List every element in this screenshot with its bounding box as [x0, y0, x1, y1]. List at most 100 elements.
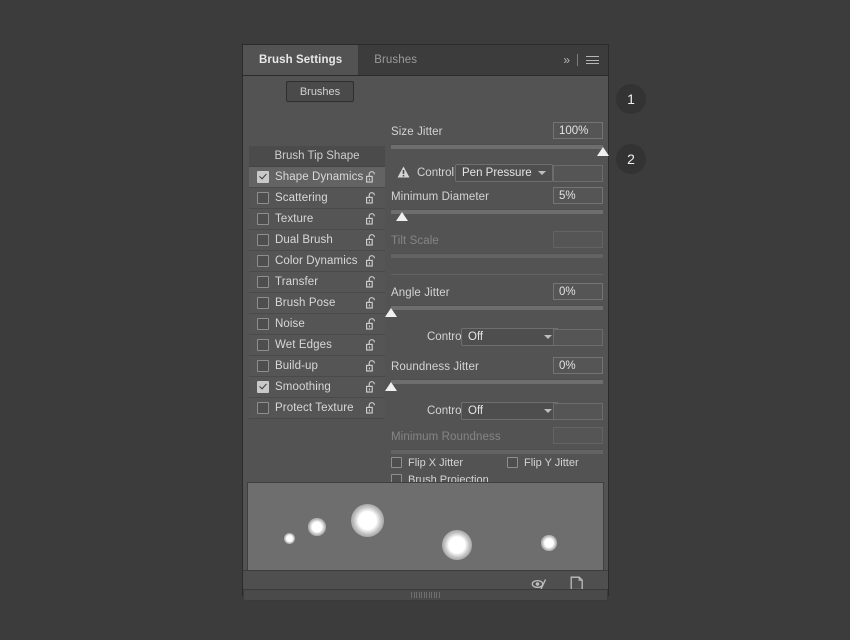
panel-body: Brushes Brush Tip Shape Shape Dynamics Sc…: [243, 76, 609, 596]
flip-x-jitter-checkbox[interactable]: Flip X Jitter: [391, 457, 463, 469]
roundness-jitter-track: [391, 379, 603, 384]
brush-dot: [283, 532, 295, 544]
brush-option-checkbox[interactable]: [257, 171, 269, 183]
size-jitter-row: Size Jitter 100%: [391, 122, 603, 141]
lock-open-icon[interactable]: [365, 317, 379, 331]
minimum-diameter-input[interactable]: 5%: [553, 187, 603, 204]
angle-control-row: Control: Off: [391, 327, 603, 347]
angle-jitter-thumb[interactable]: [385, 308, 397, 317]
tab-brushes[interactable]: Brushes: [358, 45, 433, 75]
lock-open-icon[interactable]: [365, 254, 379, 268]
brush-option-texture[interactable]: Texture: [249, 209, 385, 230]
chevron-down-icon: [544, 409, 552, 413]
roundness-control-select[interactable]: Off: [461, 402, 559, 420]
lock-open-icon[interactable]: [365, 296, 379, 310]
brush-option-label: Build-up: [275, 360, 318, 372]
brush-option-brush-pose[interactable]: Brush Pose: [249, 293, 385, 314]
brush-stroke-preview: [247, 482, 604, 582]
brush-option-wet-edges[interactable]: Wet Edges: [249, 335, 385, 356]
flip-x-jitter-label: Flip X Jitter: [408, 456, 464, 469]
shape-dynamics-controls: Size Jitter 100% Control: Pen Pressure M…: [385, 118, 609, 461]
size-jitter-thumb[interactable]: [597, 147, 609, 156]
flip-y-jitter-checkbox[interactable]: Flip Y Jitter: [507, 457, 579, 469]
app-root: Brush Settings Brushes » Brushes Brush T…: [0, 0, 850, 640]
brush-option-protect-texture[interactable]: Protect Texture: [249, 398, 385, 419]
roundness-jitter-thumb[interactable]: [385, 382, 397, 391]
minimum-diameter-label: Minimum Diameter: [391, 190, 490, 203]
size-control-aux-input[interactable]: [553, 164, 603, 182]
section-divider-1: [391, 274, 603, 275]
brushes-button[interactable]: Brushes: [286, 81, 354, 102]
lock-open-icon[interactable]: [365, 233, 379, 247]
angle-jitter-input[interactable]: 0%: [553, 283, 603, 300]
brush-option-checkbox[interactable]: [257, 318, 269, 330]
tilt-scale-label: Tilt Scale: [391, 234, 439, 247]
brush-option-checkbox[interactable]: [257, 255, 269, 267]
lock-open-icon[interactable]: [365, 170, 379, 184]
brush-option-checkbox[interactable]: [257, 276, 269, 288]
roundness-jitter-slider[interactable]: [385, 377, 603, 391]
brush-option-checkbox[interactable]: [257, 339, 269, 351]
brush-option-label: Texture: [275, 213, 314, 225]
tab-brushes-label: Brushes: [374, 54, 418, 66]
brush-option-dual-brush[interactable]: Dual Brush: [249, 230, 385, 251]
minimum-diameter-slider[interactable]: [391, 207, 603, 221]
size-control-select[interactable]: Pen Pressure: [455, 164, 553, 182]
angle-control-select[interactable]: Off: [461, 328, 559, 346]
roundness-control-value: Off: [468, 405, 484, 417]
tab-brush-settings[interactable]: Brush Settings: [243, 45, 359, 75]
angle-control-aux-input[interactable]: [553, 328, 603, 346]
panel-tab-bar: Brush Settings Brushes »: [243, 45, 608, 76]
lock-open-icon[interactable]: [365, 275, 379, 289]
brush-option-checkbox[interactable]: [257, 192, 269, 204]
header-divider: [577, 54, 578, 66]
brush-dot: [308, 518, 326, 536]
brush-option-checkbox[interactable]: [257, 213, 269, 225]
brush-option-color-dynamics[interactable]: Color Dynamics: [249, 251, 385, 272]
annotation-badge-2-label: 2: [627, 151, 635, 167]
lock-open-icon[interactable]: [365, 338, 379, 352]
brush-option-smoothing[interactable]: Smoothing: [249, 377, 385, 398]
panel-resize-grip[interactable]: [243, 589, 608, 601]
lock-open-icon[interactable]: [365, 359, 379, 373]
brush-option-checkbox[interactable]: [257, 381, 269, 393]
size-jitter-input[interactable]: 100%: [553, 122, 603, 139]
brush-option-checkbox[interactable]: [257, 402, 269, 414]
size-jitter-track: [391, 144, 603, 149]
lock-open-icon[interactable]: [365, 380, 379, 394]
brush-option-scattering[interactable]: Scattering: [249, 188, 385, 209]
brushes-button-row: Brushes: [243, 76, 608, 108]
roundness-control-aux-input[interactable]: [553, 402, 603, 420]
minimum-roundness-row: Minimum Roundness: [391, 427, 603, 446]
brush-option-shape-dynamics[interactable]: Shape Dynamics: [249, 167, 385, 188]
brush-tip-shape-header[interactable]: Brush Tip Shape: [249, 146, 385, 167]
chevron-double-right-icon[interactable]: »: [563, 53, 570, 67]
minimum-diameter-thumb[interactable]: [395, 212, 408, 221]
warning-triangle-icon: [397, 166, 410, 178]
size-jitter-slider[interactable]: [391, 142, 609, 156]
brush-option-build-up[interactable]: Build-up: [249, 356, 385, 377]
brush-dot: [441, 529, 473, 561]
brush-option-checkbox[interactable]: [257, 360, 269, 372]
lock-open-icon[interactable]: [365, 212, 379, 226]
brush-option-transfer[interactable]: Transfer: [249, 272, 385, 293]
size-control-value: Pen Pressure: [462, 167, 532, 179]
tilt-scale-input: [553, 231, 603, 248]
brush-option-label: Dual Brush: [275, 234, 333, 246]
lock-open-icon[interactable]: [365, 401, 379, 415]
annotation-badge-1: 1: [616, 84, 646, 114]
minimum-roundness-input: [553, 427, 603, 444]
hamburger-menu-icon[interactable]: [586, 54, 599, 67]
brush-option-label: Wet Edges: [275, 339, 332, 351]
brush-option-label: Scattering: [275, 192, 328, 204]
panel-header-icons: »: [563, 45, 608, 75]
brush-option-checkbox[interactable]: [257, 234, 269, 246]
roundness-jitter-input[interactable]: 0%: [553, 357, 603, 374]
lock-open-icon[interactable]: [365, 191, 379, 205]
size-control-label: Control:: [417, 167, 458, 179]
angle-jitter-slider[interactable]: [385, 303, 603, 317]
brush-option-noise[interactable]: Noise: [249, 314, 385, 335]
brush-option-label: Color Dynamics: [275, 255, 358, 267]
tilt-scale-slider: [391, 251, 603, 265]
brush-option-checkbox[interactable]: [257, 297, 269, 309]
